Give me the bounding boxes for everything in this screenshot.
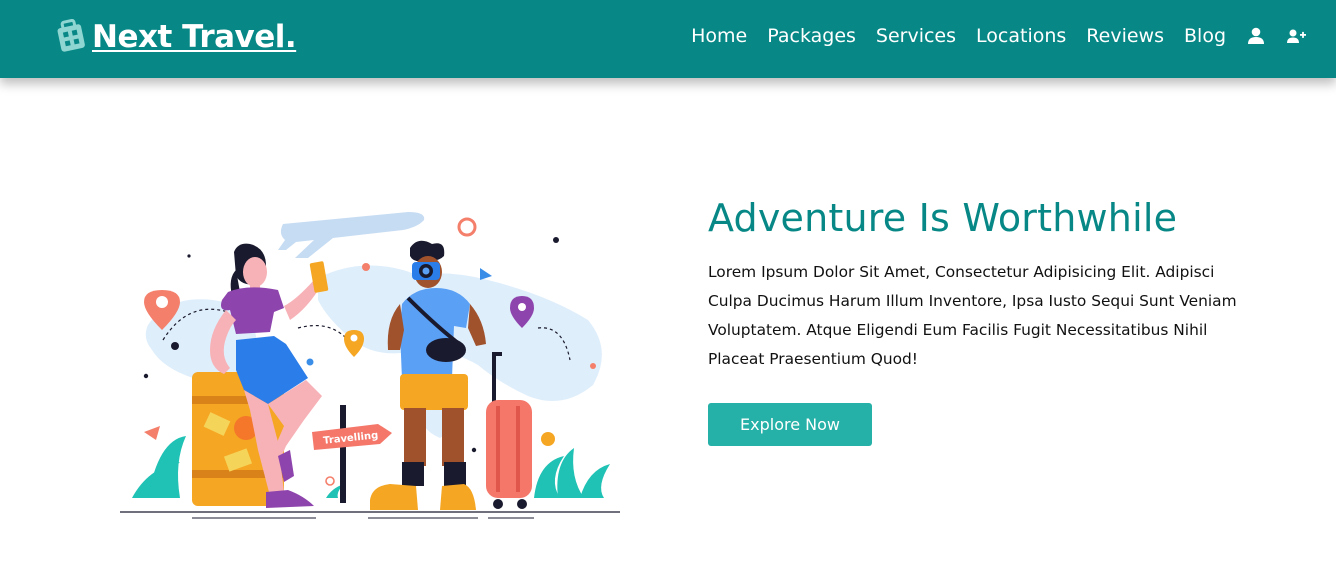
luggage-icon [57,19,85,52]
hero-title: Adventure Is Worthwhile [708,196,1178,240]
nav-link-home[interactable]: Home [691,25,747,47]
nav-link-locations[interactable]: Locations [976,25,1066,47]
brand-name: Next Travel. [92,19,297,55]
user-icon[interactable] [1247,27,1267,45]
nav-link-packages[interactable]: Packages [767,25,856,47]
navbar: Next Travel. Home Packages Services Loca… [0,0,1336,78]
hero-description: Lorem Ipsum Dolor Sit Amet, Consectetur … [708,263,1237,368]
user-plus-icon[interactable] [1286,27,1306,45]
brand-logo-link[interactable]: Next Travel. [54,14,297,60]
nav-link-reviews[interactable]: Reviews [1086,25,1164,47]
nav-link-blog[interactable]: Blog [1184,25,1226,47]
location-pin-icon [344,330,364,357]
travel-illustration: Travelling [120,212,620,519]
airplane-icon [278,212,425,258]
explore-now-button[interactable]: Explore Now [708,403,872,446]
main-nav: Home Packages Services Locations Reviews… [691,25,1226,47]
nav-link-services[interactable]: Services [876,25,956,47]
